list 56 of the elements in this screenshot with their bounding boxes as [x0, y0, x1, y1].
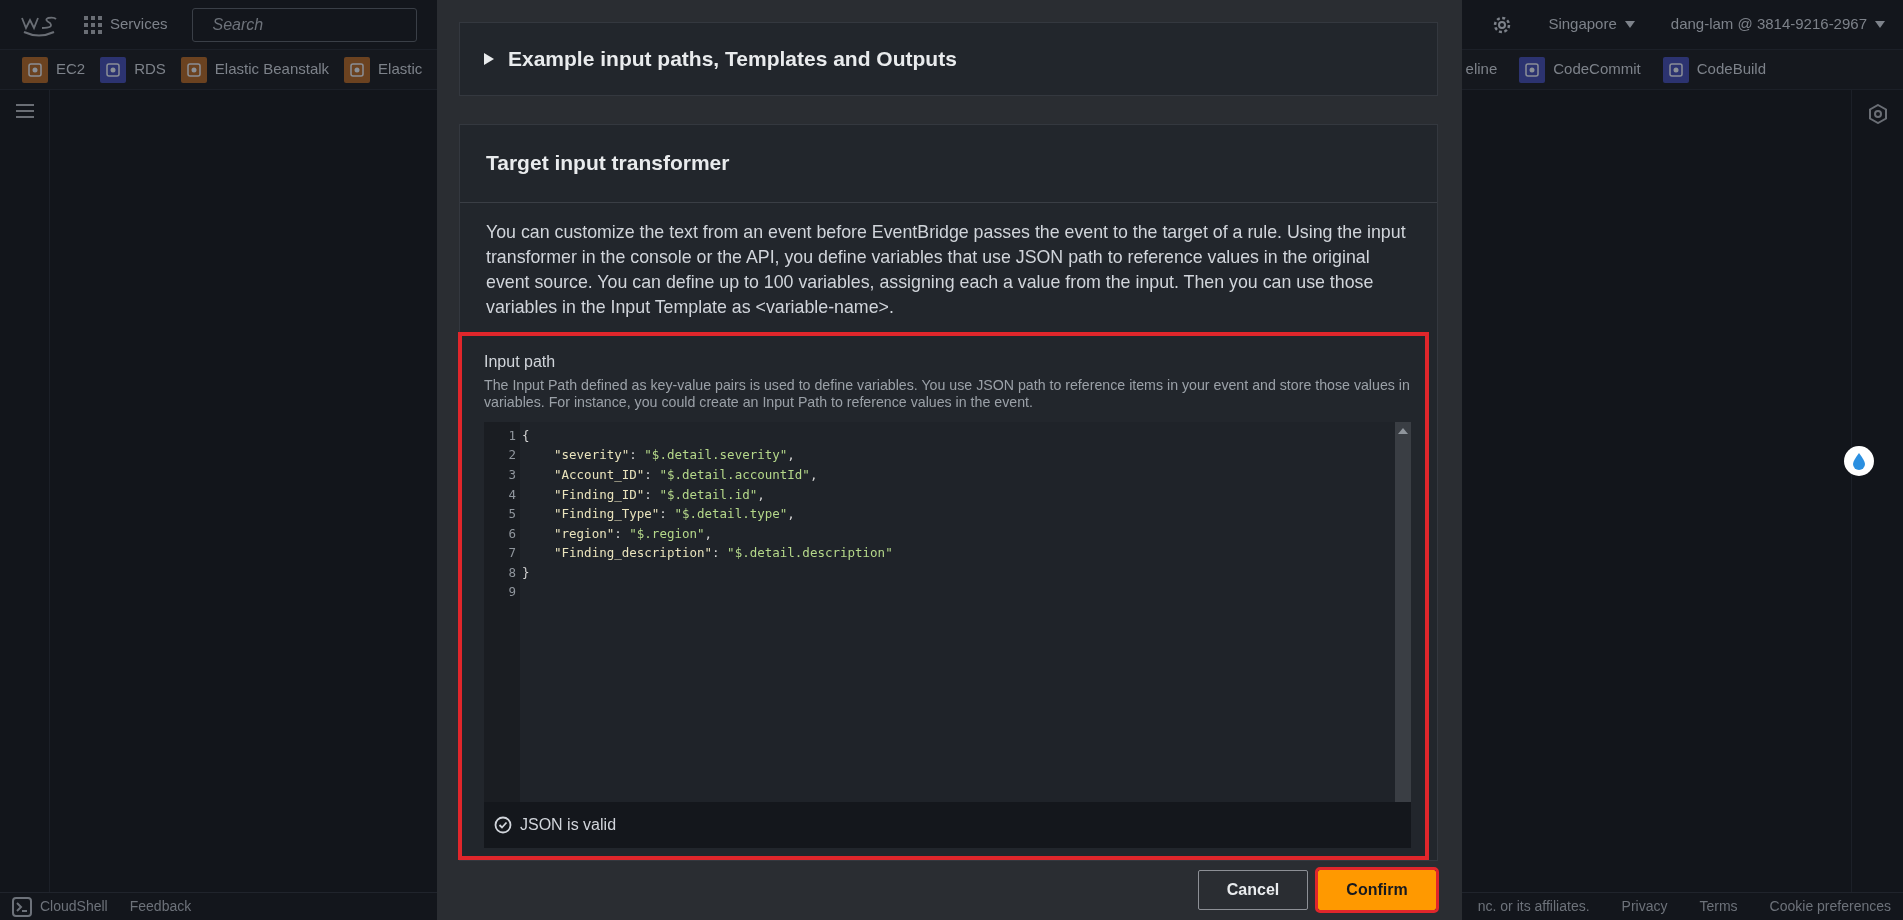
line-number: 6: [507, 524, 516, 543]
search-input: Search: [210, 11, 411, 38]
menu-icon[interactable]: [15, 104, 34, 118]
validation-status: JSON is valid: [520, 814, 617, 835]
hexagon-icon[interactable]: [1868, 104, 1887, 124]
favorite-link[interactable]: CodeBuild: [1662, 56, 1766, 83]
feedback-link[interactable]: Feedback: [129, 896, 192, 917]
code-line: }: [522, 564, 530, 580]
droplet-icon: [1851, 452, 1867, 470]
code-line: "Account_ID": "$.detail.accountId",: [554, 466, 818, 482]
favorite-link[interactable]: Elastic: [344, 56, 423, 83]
line-number: 7: [507, 544, 516, 563]
cloudshell-button[interactable]: CloudShell: [12, 896, 108, 917]
expand-arrow-icon[interactable]: [484, 52, 494, 65]
line-number: 3: [507, 465, 516, 484]
services-menu[interactable]: Services: [110, 13, 168, 36]
line-number: 1: [507, 426, 516, 445]
scrollbar[interactable]: [1395, 421, 1411, 802]
settings-icon[interactable]: [1492, 14, 1513, 35]
footer-link[interactable]: Privacy: [1621, 896, 1668, 917]
droplet-widget[interactable]: [1844, 446, 1874, 476]
cancel-button[interactable]: Cancel: [1198, 870, 1308, 911]
field-hint: The Input Path defined as key-value pairs is used to define variables. You use JSON path to reference items in your event and store those values in variables. For instance, you could create an Input Path to reference values in the event.: [484, 376, 1411, 411]
code-line: {: [522, 427, 530, 443]
line-number: 4: [507, 485, 516, 504]
terminal-icon: [12, 896, 32, 917]
code-line: "Finding_ID": "$.detail.id",: [554, 486, 765, 502]
code-line: "region": "$.region",: [554, 525, 713, 541]
region-menu[interactable]: Singapore: [1548, 13, 1635, 36]
favorite-link[interactable]: EC2: [22, 56, 86, 83]
favorite-link[interactable]: Elastic Beanstalk: [180, 56, 330, 83]
grid-icon[interactable]: [84, 15, 102, 34]
description-text: You can customize the text from an event before EventBridge passes the event to the target of a rule. Using the input transformer in the console or the API, you define variables that use JSON path to reference values in the original event source. You can define up to 100 variables, assigning each a value from the input. Then you can use those variables in the Input Template as <variable-name>.: [485, 220, 1407, 319]
line-number: 9: [507, 583, 516, 602]
copyright-text: nc. or its affiliates.: [1477, 897, 1590, 916]
line-number: 2: [507, 446, 516, 465]
code-line: "Finding_description": "$.detail.description": [554, 545, 893, 561]
check-circle-icon: [494, 815, 512, 834]
scroll-up-icon[interactable]: [1398, 427, 1408, 434]
caret-icon: [1624, 21, 1635, 28]
caret-icon: [1875, 21, 1885, 28]
confirm-button[interactable]: Confirm: [1318, 870, 1436, 911]
favorite-link[interactable]: eline: [1465, 58, 1498, 81]
field-label: Input path: [484, 351, 557, 372]
footer-link[interactable]: Terms: [1699, 896, 1738, 917]
code-line: "Finding_Type": "$.detail.type",: [554, 506, 795, 522]
account-menu[interactable]: dang-lam @ 3814-9216-2967: [1670, 13, 1885, 36]
favorite-link[interactable]: RDS: [100, 56, 166, 83]
search-field[interactable]: Search: [191, 7, 417, 42]
code-line: "severity": "$.detail.severity",: [554, 447, 795, 463]
line-number: 8: [507, 563, 516, 582]
favorite-link[interactable]: CodeCommit: [1519, 56, 1641, 83]
footer-link[interactable]: Cookie preferences: [1769, 896, 1891, 917]
line-number: 5: [507, 505, 516, 524]
section-title[interactable]: Example input paths, Templates and Outputs: [508, 43, 957, 75]
panel-title: Target input transformer: [486, 150, 730, 177]
